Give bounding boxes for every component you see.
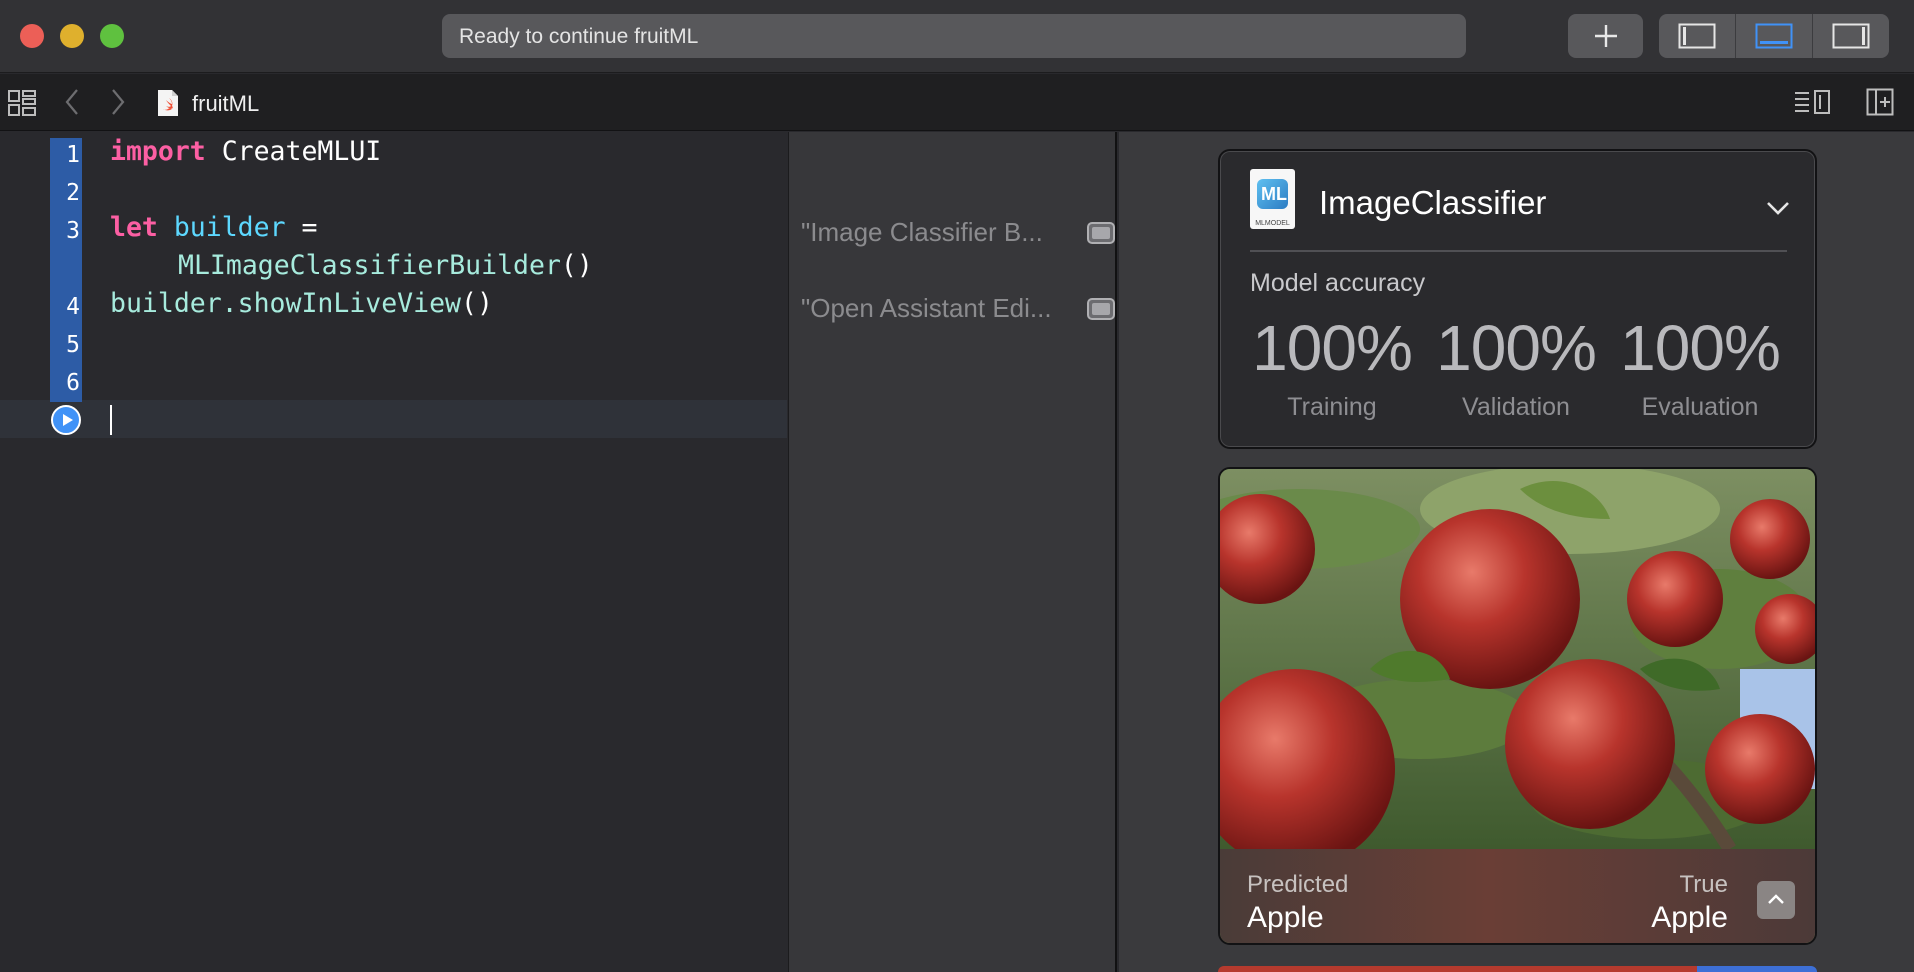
minimize-window-button[interactable] bbox=[60, 24, 84, 48]
toggle-inspector-button[interactable] bbox=[1813, 14, 1889, 58]
right-panel-icon bbox=[1832, 23, 1870, 49]
model-title: ImageClassifier bbox=[1319, 184, 1547, 221]
related-items-grid-icon[interactable] bbox=[8, 90, 36, 116]
line-number: 6 bbox=[66, 370, 80, 396]
code-line: let builder = bbox=[110, 212, 317, 243]
code-object: builder. bbox=[110, 288, 238, 319]
add-editor-split-icon[interactable] bbox=[1866, 88, 1894, 116]
result-row: "Open Assistant Edi... bbox=[801, 286, 1115, 326]
run-playground-button[interactable] bbox=[51, 405, 81, 435]
back-chevron-icon[interactable] bbox=[64, 88, 80, 116]
metric-validation: 100% Validation bbox=[1426, 311, 1606, 422]
result-row: "Image Classifier B... bbox=[801, 210, 1115, 250]
prediction-footer: Predicted Apple True Apple bbox=[1220, 849, 1815, 943]
title-bar: Ready to continue fruitML bbox=[0, 0, 1914, 73]
mlmodel-icon-caption: MLMODEL bbox=[1255, 220, 1290, 227]
breadcrumb-file-name[interactable]: fruitML bbox=[192, 91, 259, 117]
code-line: MLImageClassifierBuilder() bbox=[178, 250, 593, 281]
accuracy-heading: Model accuracy bbox=[1250, 269, 1426, 297]
play-icon bbox=[63, 414, 73, 426]
apple-photo bbox=[1220, 469, 1815, 849]
result-text: "Image Classifier B... bbox=[801, 217, 1043, 247]
quick-look-button[interactable] bbox=[1087, 298, 1115, 320]
text-caret bbox=[110, 405, 112, 435]
prediction-card: Predicted Apple True Apple bbox=[1218, 467, 1817, 945]
toggle-navigator-button[interactable] bbox=[1659, 14, 1736, 58]
code-line: import CreateMLUI bbox=[110, 136, 381, 167]
predicted-label: Predicted bbox=[1247, 871, 1349, 898]
activity-viewer: Ready to continue fruitML bbox=[442, 14, 1466, 58]
code-editor[interactable]: 1 2 3 4 5 6 import CreateMLUI let builde… bbox=[0, 132, 787, 972]
expand-button[interactable] bbox=[1757, 881, 1795, 919]
activity-text: Ready to continue fruitML bbox=[459, 25, 699, 48]
close-window-button[interactable] bbox=[20, 24, 44, 48]
jump-bar: fruitML bbox=[0, 74, 1914, 131]
add-library-button[interactable] bbox=[1568, 14, 1643, 58]
metric-value: 100% bbox=[1252, 312, 1413, 384]
chevron-up-icon bbox=[1768, 894, 1784, 904]
metric-value: 100% bbox=[1436, 312, 1597, 384]
line-number: 2 bbox=[66, 180, 80, 206]
line-number: 3 bbox=[66, 218, 80, 244]
live-view: ML MLMODEL ImageClassifier Model accurac… bbox=[1119, 132, 1914, 972]
metric-training: 100% Training bbox=[1242, 311, 1422, 422]
code-text: () bbox=[461, 288, 493, 319]
current-line-highlight bbox=[0, 400, 787, 438]
code-text: CreateMLUI bbox=[205, 136, 382, 167]
toggle-debug-area-button[interactable] bbox=[1736, 14, 1813, 58]
code-keyword: import bbox=[110, 136, 206, 167]
swift-file-icon bbox=[158, 90, 178, 116]
adjust-editor-options-icon[interactable] bbox=[1793, 88, 1831, 116]
code-variable: builder bbox=[173, 212, 286, 243]
line-number: 4 bbox=[66, 294, 80, 320]
zoom-window-button[interactable] bbox=[100, 24, 124, 48]
bottom-panel-icon bbox=[1755, 23, 1793, 49]
line-number: 1 bbox=[66, 142, 80, 168]
divider bbox=[1250, 250, 1787, 252]
metric-evaluation: 100% Evaluation bbox=[1610, 311, 1790, 422]
metric-name: Validation bbox=[1462, 393, 1570, 421]
metric-name: Training bbox=[1287, 393, 1377, 421]
code-text: () bbox=[560, 250, 593, 281]
code-function: showInLiveView bbox=[237, 288, 462, 319]
result-text: "Open Assistant Edi... bbox=[801, 293, 1052, 323]
next-card-edge bbox=[1218, 966, 1817, 972]
code-line: builder.showInLiveView() bbox=[110, 288, 493, 319]
metric-value: 100% bbox=[1620, 312, 1781, 384]
code-keyword: let bbox=[110, 212, 158, 243]
predicted-value: Apple bbox=[1247, 901, 1324, 934]
results-sidebar: "Image Classifier B... "Open Assistant E… bbox=[788, 132, 1117, 972]
plus-icon bbox=[1594, 25, 1617, 47]
code-text: = bbox=[285, 212, 318, 243]
executed-lines-gutter bbox=[50, 138, 82, 402]
quick-look-button[interactable] bbox=[1087, 222, 1115, 244]
chevron-down-icon[interactable] bbox=[1766, 201, 1790, 215]
true-label: True bbox=[1679, 871, 1728, 898]
panel-toggle-group bbox=[1659, 14, 1889, 58]
left-panel-icon bbox=[1678, 23, 1716, 49]
forward-chevron-icon[interactable] bbox=[110, 88, 126, 116]
code-function: MLImageClassifierBuilder bbox=[178, 250, 561, 281]
mlmodel-icon-glyph: ML bbox=[1261, 184, 1287, 204]
metric-name: Evaluation bbox=[1641, 393, 1759, 421]
true-value: Apple bbox=[1651, 901, 1728, 934]
line-number: 5 bbox=[66, 332, 80, 358]
model-accuracy-card: ML MLMODEL ImageClassifier Model accurac… bbox=[1218, 149, 1817, 449]
mlmodel-file-icon: ML MLMODEL bbox=[1250, 169, 1295, 229]
